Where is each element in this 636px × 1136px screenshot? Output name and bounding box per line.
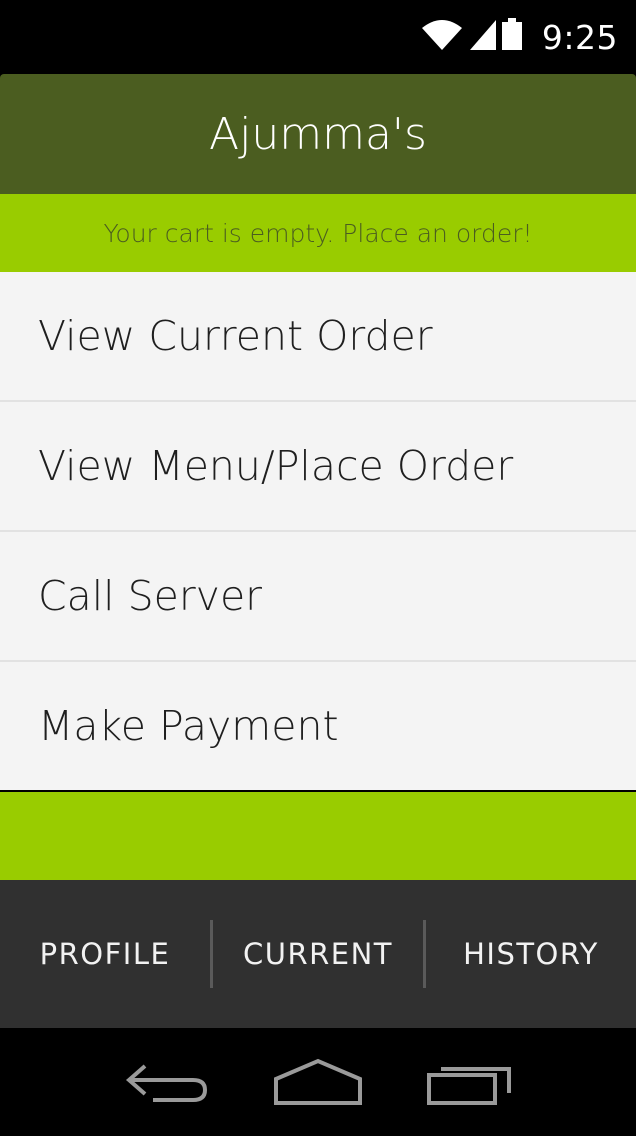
back-icon[interactable] xyxy=(116,1052,216,1112)
menu-item-call-server[interactable]: Call Server xyxy=(0,532,636,660)
tab-label: PROFILE xyxy=(39,937,171,971)
tab-history[interactable]: HISTORY xyxy=(426,880,636,1028)
menu-item-view-menu-place-order[interactable]: View Menu/Place Order xyxy=(0,402,636,530)
tab-profile[interactable]: PROFILE xyxy=(0,880,210,1028)
status-time: 9:25 xyxy=(541,17,618,57)
wifi-icon xyxy=(420,18,464,56)
menu-item-label: Make Payment xyxy=(38,702,339,750)
tab-label: CURRENT xyxy=(242,937,393,971)
cart-status-text: Your cart is empty. Place an order! xyxy=(103,218,533,248)
bottom-tab-bar: PROFILE CURRENT HISTORY xyxy=(0,880,636,1028)
app-title-bar: Ajumma's xyxy=(0,74,636,194)
tab-current[interactable]: CURRENT xyxy=(213,880,423,1028)
system-nav-bar xyxy=(0,1028,636,1136)
menu-item-label: View Current Order xyxy=(38,312,433,360)
tab-label: HISTORY xyxy=(463,937,599,971)
main-menu-list: View Current Order View Menu/Place Order… xyxy=(0,272,636,790)
accent-spacer xyxy=(0,792,636,880)
signal-icon xyxy=(469,18,496,56)
menu-item-make-payment[interactable]: Make Payment xyxy=(0,662,636,790)
menu-item-view-current-order[interactable]: View Current Order xyxy=(0,272,636,400)
home-icon[interactable] xyxy=(268,1052,368,1112)
menu-item-label: Call Server xyxy=(38,572,263,620)
app-title: Ajumma's xyxy=(209,108,427,160)
battery-icon xyxy=(501,18,522,56)
menu-item-label: View Menu/Place Order xyxy=(38,442,514,490)
status-icons: 9:25 xyxy=(420,0,618,74)
recents-icon[interactable] xyxy=(420,1052,520,1112)
cart-status-banner: Your cart is empty. Place an order! xyxy=(0,194,636,272)
status-bar: 9:25 xyxy=(0,0,636,74)
